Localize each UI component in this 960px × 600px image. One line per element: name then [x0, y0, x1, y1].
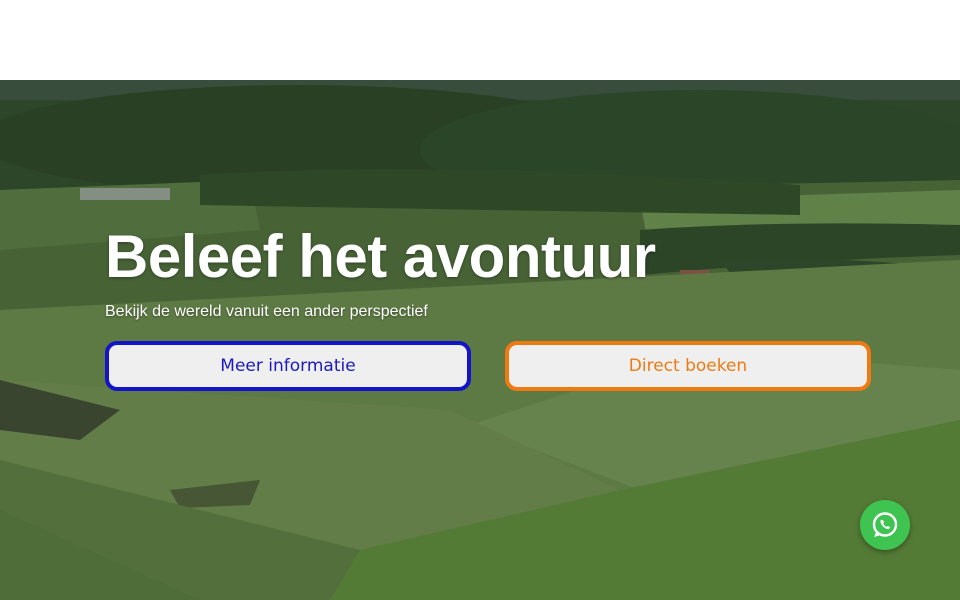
- whatsapp-icon: [872, 512, 898, 537]
- book-now-button-label: Direct boeken: [628, 356, 748, 376]
- book-now-button[interactable]: Direct boeken: [505, 341, 871, 391]
- top-header-bar: [0, 0, 960, 80]
- hero-section: [0, 80, 960, 600]
- hero-title: Beleef het avontuur: [105, 223, 656, 290]
- more-info-button[interactable]: Meer informatie: [105, 341, 471, 391]
- more-info-button-label: Meer informatie: [220, 356, 356, 376]
- hero-overlay: [0, 80, 960, 600]
- whatsapp-chat-button[interactable]: [860, 500, 910, 550]
- hero-subtitle: Bekijk de wereld vanuit een ander perspe…: [105, 303, 428, 320]
